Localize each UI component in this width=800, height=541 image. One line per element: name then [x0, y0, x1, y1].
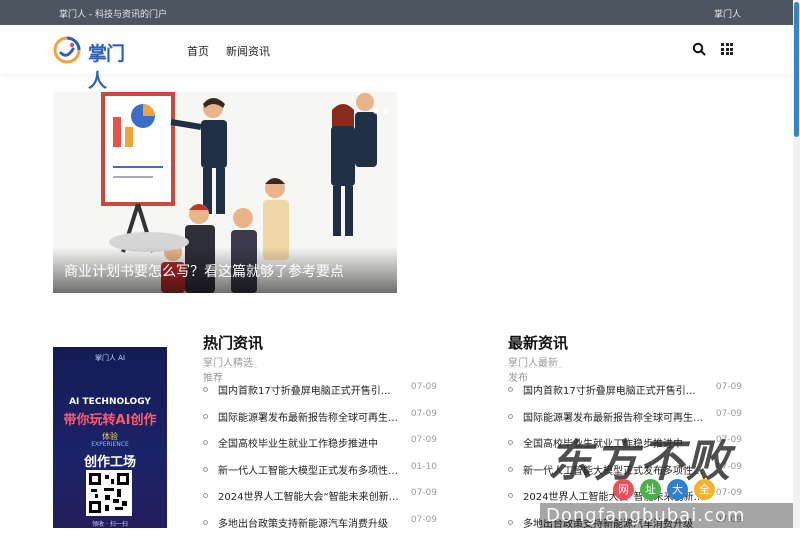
- hero-carousel[interactable]: 商业计划书要怎么写？看这篇就够了参考要点: [53, 92, 397, 293]
- list-item[interactable]: 国内首款17寸折叠屏电脑正式开售引热议07-09: [203, 382, 443, 409]
- page-scrollbar[interactable]: [793, 0, 800, 528]
- qr-code-icon: [86, 470, 132, 516]
- poster-workshop: 创作工场: [53, 451, 167, 470]
- list-item[interactable]: 全国高校毕业生就业工作稳步推进中07-09: [508, 435, 748, 462]
- latest-news-list: 国内首款17寸折叠屏电脑正式开售引热议07-09 国际能源署发布最新报告称全球可…: [508, 382, 748, 541]
- list-item[interactable]: 全国高校毕业生就业工作稳步推进中07-09: [203, 435, 443, 462]
- latest-news-title: 最新资讯: [508, 332, 748, 352]
- top-bar-left-text: 掌门人 - 科技与资讯的门户: [59, 7, 167, 20]
- hero-caption-text: 商业计划书要怎么写？看这篇就够了参考要点: [64, 261, 344, 281]
- list-item[interactable]: 2024世界人工智能大会“智能未来创新”在“智联天下”主题下开幕07-09: [203, 488, 443, 515]
- list-item[interactable]: 新一代人工智能大模型正式发布多项性能指标领先行业01-10: [203, 462, 443, 489]
- poster-scan-hint: 领收 · 扫一扫: [53, 519, 167, 528]
- hot-news-list: 国内首款17寸折叠屏电脑正式开售引热议07-09 国际能源署发布最新报告称全球可…: [203, 382, 443, 541]
- scrollbar-thumb[interactable]: [794, 2, 799, 137]
- logo-mark-icon: [52, 35, 82, 65]
- list-item[interactable]: 国际能源署发布最新报告称全球可再生能源装机量持续增长07-09: [508, 409, 748, 436]
- apps-grid-icon[interactable]: [721, 43, 733, 55]
- poster-experience-en: EXPERIENCE: [53, 441, 167, 448]
- list-item[interactable]: 新一代人工智能大模型正式发布多项性能指标领先行业07-09: [508, 462, 748, 489]
- list-item[interactable]: 2024世界人工智能大会“智能未来创新”在“智联天下”主题下开幕07-09: [508, 488, 748, 515]
- poster-headline-cn: 带你玩转AI创作: [53, 409, 167, 428]
- search-icon[interactable]: [692, 42, 706, 56]
- hot-news-column: 热门资讯 掌门人精选推荐 国内首款17寸折叠屏电脑正式开售引热议07-09 国际…: [203, 332, 443, 368]
- nav-link-home[interactable]: 首页: [187, 43, 209, 59]
- hero-caption[interactable]: 商业计划书要怎么写？看这篇就够了参考要点: [53, 247, 397, 293]
- hot-news-subtitle: 掌门人精选推荐: [203, 354, 257, 368]
- hot-news-title: 热门资讯: [203, 332, 443, 352]
- poster-headline-en: AI TECHNOLOGY: [53, 397, 167, 407]
- promo-poster[interactable]: 掌门人 AI AI TECHNOLOGY 带你玩转AI创作 体验 EXPERIE…: [53, 347, 167, 528]
- top-bar-right-link[interactable]: 掌门人: [714, 7, 741, 20]
- carousel-dots[interactable]: [369, 99, 389, 118]
- poster-brand: 掌门人 AI: [53, 353, 167, 363]
- site-logo[interactable]: 掌门人: [52, 33, 138, 67]
- latest-news-column: 最新资讯 掌门人最新发布 国内首款17寸折叠屏电脑正式开售引热议07-09 国际…: [508, 332, 748, 368]
- list-item[interactable]: 国际能源署发布最新报告称全球可再生能源装机量持续增长07-09: [203, 409, 443, 436]
- list-item[interactable]: 国内首款17寸折叠屏电脑正式开售引热议07-09: [508, 382, 748, 409]
- top-bar: 掌门人 - 科技与资讯的门户 掌门人: [0, 0, 800, 25]
- nav-link-news[interactable]: 新闻资讯: [226, 43, 270, 59]
- logo-text: 掌门人: [88, 39, 138, 93]
- latest-news-subtitle: 掌门人最新发布: [508, 354, 562, 368]
- main-nav: 掌门人 首页 新闻资讯: [0, 25, 800, 74]
